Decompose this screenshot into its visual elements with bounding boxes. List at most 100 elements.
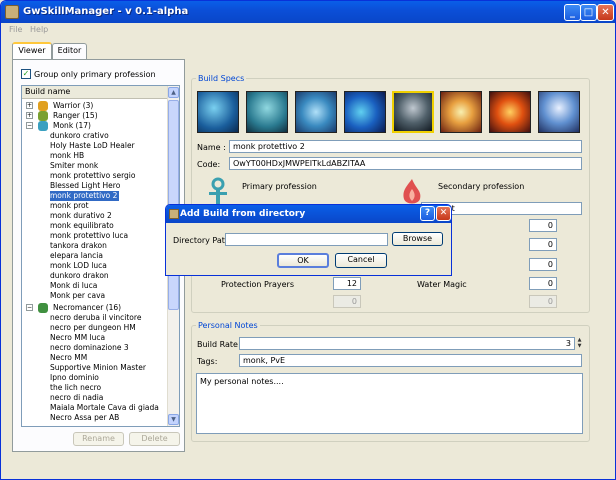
attribute-disabled-value: 0 [529,295,557,308]
maximize-icon[interactable]: □ [580,4,597,21]
code-field[interactable]: OwYT00HDxJMWPEITkLdABZITAA [229,157,582,170]
directory-path-input[interactable] [225,233,388,246]
directory-path-label: Directory Path [173,236,230,245]
help-icon[interactable]: ? [420,206,435,221]
tree-build-item[interactable]: tankora drakon [50,241,109,251]
tree-build-item[interactable]: monk durativo 2 [50,211,114,221]
tree-build-item[interactable]: Monk per cava [50,291,107,301]
minimize-icon[interactable]: _ [564,4,581,21]
tree-build-item[interactable]: Smiter monk [50,161,100,171]
dialog-app-icon [169,209,179,219]
skill-slot-5[interactable] [392,91,434,133]
tree-expander-icon[interactable]: + [26,112,33,119]
scroll-down-icon[interactable]: ▼ [168,414,179,425]
tree-build-item[interactable]: monk prot [50,201,91,211]
skill-slot-3[interactable] [295,91,337,133]
tree-build-item[interactable]: Necro Assa per AB [50,413,121,423]
tab-editor[interactable]: Editor [52,43,87,59]
code-label: Code: [197,160,221,169]
build-rate-field[interactable]: 3 [239,337,575,350]
tree-build-item[interactable]: monk HB [50,151,86,161]
profession-icon [38,121,48,131]
tree-build-item[interactable]: elepara lancia [50,251,105,261]
tags-label: Tags: [197,357,218,366]
profession-icon [38,101,48,111]
cancel-button[interactable]: Cancel [335,253,387,268]
attribute-value[interactable]: 0 [529,258,557,271]
tree-build-item[interactable]: Blessed Light Hero [50,181,122,191]
tree-build-item[interactable]: Supportive Minion Master [50,363,148,373]
tree-build-item[interactable]: monk protettivo sergio [50,171,137,181]
close-icon[interactable]: ✕ [597,4,614,21]
build-rate-label: Build Rate : [197,340,244,349]
tree-expander-icon[interactable]: + [26,102,33,109]
secondary-profession-label: Secondary profession [438,182,525,191]
attribute-value[interactable]: 0 [529,238,557,251]
dialog-title-bar[interactable]: Add Build from directory ? ✕ [166,205,451,223]
menu-help[interactable]: Help [30,25,48,34]
name-field[interactable]: monk protettivo 2 [229,140,582,153]
tree-header[interactable]: Build name [22,86,168,99]
build-tree[interactable]: Build name ▲ ▼ + Warrior (3) + Ranger (15) −… [21,85,180,427]
tree-build-item[interactable]: monk equilibrato [50,221,116,231]
delete-button[interactable]: Delete [129,432,180,446]
skill-slot-6[interactable] [440,91,482,133]
name-label: Name : [197,143,226,152]
personal-notes-label: Personal Notes [196,321,260,330]
tree-build-item[interactable]: the lich necro [50,383,103,393]
skill-slot-2[interactable] [246,91,288,133]
skill-slot-1[interactable] [197,91,239,133]
skill-slot-7[interactable] [489,91,531,133]
profession-icon [38,303,48,313]
notes-textarea[interactable]: My personal notes.... [196,373,583,434]
skill-slot-8[interactable] [538,91,580,133]
add-build-dialog: Add Build from directory ? ✕ Directory P… [165,204,452,276]
tree-build-item[interactable]: Maiala Mortale Cava di giada [50,403,161,413]
tree-build-item[interactable]: dunkoro drakon [50,271,111,281]
main-window: GwSkillManager - v 0.1-alpha _ □ ✕ File … [0,0,616,480]
group-primary-checkbox[interactable]: ✓ [21,69,31,79]
tree-group[interactable]: Warrior (3) [53,101,93,111]
dialog-title: Add Build from directory [180,209,306,219]
tree-build-item[interactable]: necro per dungeon HM [50,323,138,333]
tree-build-item[interactable]: necro di nadia [50,393,105,403]
rename-button[interactable]: Rename [73,432,124,446]
attribute-right-label: Water Magic [417,280,467,289]
close-icon[interactable]: ✕ [436,206,451,221]
primary-profession-label: Primary profession [242,182,317,191]
tree-build-item[interactable]: Ipno dominio [50,373,101,383]
attribute-value[interactable]: 0 [529,277,557,290]
tree-build-item[interactable]: necro deruba il vincitore [50,313,143,323]
attribute-left-label: Protection Prayers [221,280,295,289]
attribute-value[interactable]: 0 [529,219,557,232]
tags-field[interactable]: monk, PvE [239,354,582,367]
browse-button[interactable]: Browse [392,232,443,246]
scroll-up-icon[interactable]: ▲ [168,87,179,98]
profession-icon [38,111,48,121]
menu-file[interactable]: File [9,25,22,34]
tree-build-item[interactable]: monk protettivo luca [50,231,130,241]
tree-build-item[interactable]: Holy Haste LoD Healer [50,141,137,151]
tab-viewer[interactable]: Viewer [12,42,52,60]
tree-expander-icon[interactable]: − [26,122,33,129]
attribute-left-value[interactable]: 12 [333,277,361,290]
skill-slot-4[interactable] [344,91,386,133]
tree-group[interactable]: Ranger (15) [53,111,98,121]
app-icon [5,5,19,19]
tree-build-item[interactable]: monk protettivo 2 [50,191,120,201]
group-primary-label: Group only primary profession [34,70,156,79]
tree-build-item[interactable]: dunkoro crativo [50,131,111,141]
tree-build-item[interactable]: Monk di luca [50,281,99,291]
build-rate-spinner-icon[interactable]: ▲ ▼ [576,337,583,350]
tree-group[interactable]: Monk (17) [53,121,91,131]
tree-build-item[interactable]: necro dominazione 3 [50,343,131,353]
ok-button[interactable]: OK [277,253,329,268]
tree-build-item[interactable]: Necro MM luca [50,333,107,343]
window-title: GwSkillManager - v 0.1-alpha [23,6,189,17]
attribute-disabled-value: 0 [333,295,361,308]
tree-build-item[interactable]: monk LOD luca [50,261,109,271]
tree-build-item[interactable]: Necro MM [50,353,89,363]
tree-group[interactable]: Necromancer (16) [53,303,121,313]
tree-expander-icon[interactable]: − [26,304,33,311]
title-bar[interactable]: GwSkillManager - v 0.1-alpha _ □ ✕ [1,1,615,23]
